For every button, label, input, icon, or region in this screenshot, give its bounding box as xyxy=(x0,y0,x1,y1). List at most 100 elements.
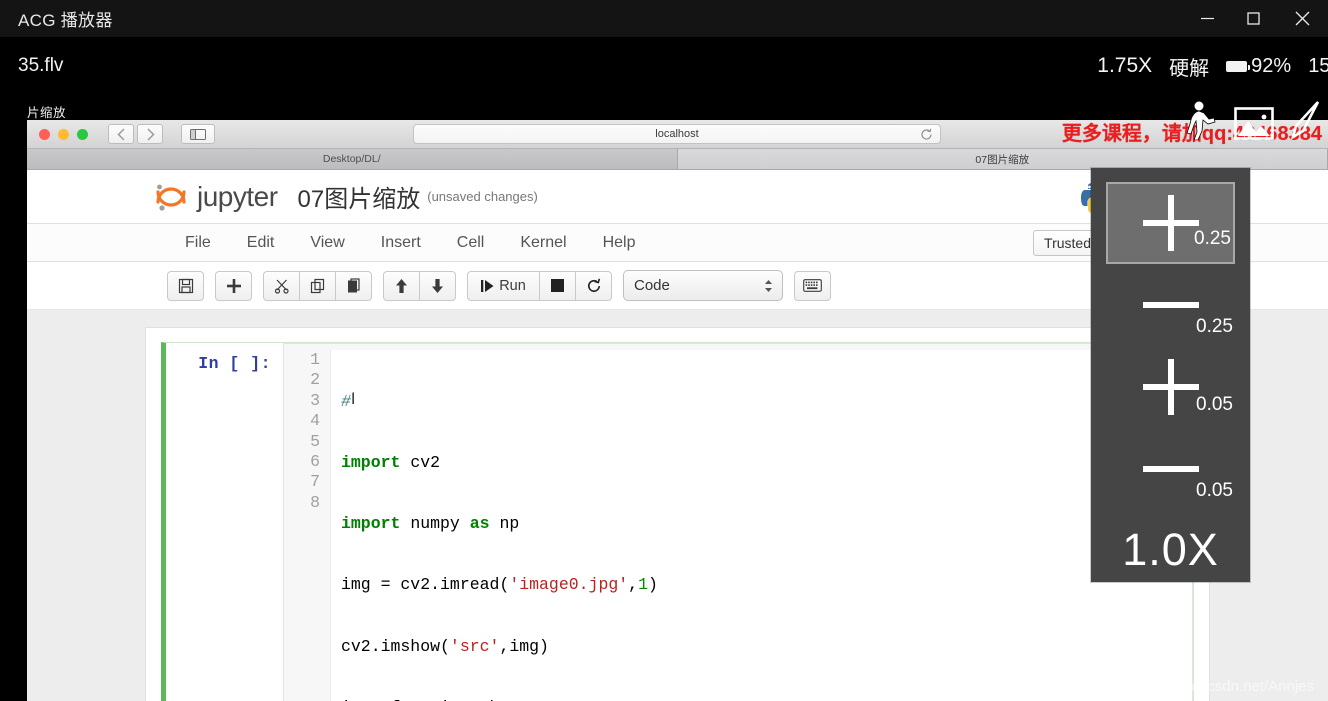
clock-label: 15: xyxy=(1308,54,1328,77)
speed-step-value: 0.05 xyxy=(1196,480,1233,501)
battery-percent: 92% xyxy=(1251,54,1292,77)
image-icon[interactable] xyxy=(1234,107,1274,145)
line-number: 2 xyxy=(310,370,320,390)
scissors-icon[interactable] xyxy=(263,270,300,301)
line-number: 7 xyxy=(310,472,320,492)
code-line: img = cv2.imread('image0.jpg',1) xyxy=(341,575,658,595)
minus-icon xyxy=(1142,466,1199,472)
sidebar-toggle-icon[interactable] xyxy=(181,124,215,144)
menu-view[interactable]: View xyxy=(292,224,362,261)
speed-increase-quarter-button[interactable]: 0.25 xyxy=(1106,182,1235,264)
speed-step-value: 0.05 xyxy=(1196,394,1233,415)
playback-speed-label[interactable]: 1.75X xyxy=(1097,54,1152,78)
code-line: cv2.imshow('src',img) xyxy=(341,636,549,656)
line-number: 6 xyxy=(310,452,320,472)
notebook-save-status: (unsaved changes) xyxy=(427,189,538,204)
player-infobar: 35.flv 1.75X 硬解 92% 15: xyxy=(0,37,1328,95)
restart-icon[interactable] xyxy=(575,270,612,301)
code-line: import cv2 xyxy=(341,453,441,473)
line-number: 1 xyxy=(310,350,320,369)
save-icon[interactable] xyxy=(167,270,204,301)
minimize-icon[interactable] xyxy=(1184,0,1230,37)
line-number: 8 xyxy=(310,492,320,512)
menu-cell[interactable]: Cell xyxy=(439,224,503,261)
close-traffic-light[interactable] xyxy=(39,128,50,140)
line-number: 3 xyxy=(310,390,320,410)
stop-icon[interactable] xyxy=(539,270,576,301)
window-controls xyxy=(1184,0,1328,37)
run-label: Run xyxy=(499,277,526,294)
maximize-icon[interactable] xyxy=(1230,0,1276,37)
navigation-buttons xyxy=(108,124,163,144)
browser-tab-0[interactable]: Desktop/DL/ xyxy=(27,149,678,169)
zoom-traffic-light[interactable] xyxy=(77,128,88,140)
menu-file[interactable]: File xyxy=(167,224,229,261)
menu-insert[interactable]: Insert xyxy=(363,224,439,261)
chevron-updown-icon xyxy=(764,279,773,293)
toolbar-group-clipboard xyxy=(263,270,372,301)
plus-icon xyxy=(1142,359,1199,415)
speed-decrease-small-button[interactable]: 0.05 xyxy=(1106,428,1235,510)
toolbar-group-run: Run xyxy=(467,270,612,301)
notebook-sheet: In [ ]: 1 2 3 4 5 6 7 8 #I import cv2 im… xyxy=(145,327,1210,701)
letterbox-left xyxy=(0,95,27,701)
close-icon[interactable] xyxy=(1276,0,1328,37)
browser-tab-1[interactable]: 07图片缩放 xyxy=(677,149,1328,169)
code-text[interactable]: #I import cv2 import numpy as np img = c… xyxy=(330,350,1192,701)
copy-icon[interactable] xyxy=(299,270,336,301)
person-icon[interactable] xyxy=(1184,100,1218,145)
paste-icon[interactable] xyxy=(335,270,372,301)
keyboard-icon[interactable] xyxy=(794,270,831,301)
jupyter-logo[interactable]: jupyter xyxy=(154,180,278,214)
plus-icon[interactable] xyxy=(215,270,252,301)
code-cell[interactable]: In [ ]: 1 2 3 4 5 6 7 8 #I import cv2 im… xyxy=(161,342,1194,701)
decode-mode-label[interactable]: 硬解 xyxy=(1169,52,1209,81)
jupyter-brand-text: jupyter xyxy=(197,180,278,212)
browser-tabbar: Desktop/DL/ 07图片缩放 xyxy=(27,149,1328,170)
annotation-tool-icons xyxy=(1184,100,1320,145)
code-line: #I xyxy=(341,390,1192,412)
speed-step-value: 0.25 xyxy=(1194,228,1231,249)
back-button[interactable] xyxy=(108,124,134,144)
media-file-name: 35.flv xyxy=(18,55,64,76)
minus-icon xyxy=(1142,302,1199,308)
current-speed-value: 1.0X xyxy=(1122,524,1219,575)
pen-icon[interactable] xyxy=(1290,100,1320,145)
toolbar-group-keyboard xyxy=(794,270,831,301)
cell-type-select[interactable]: Code xyxy=(623,270,783,301)
video-content-area: 图片缩放 localhost Desktop/DL/ 07图片缩放 jupyte… xyxy=(0,95,1328,701)
toolbar-group-save xyxy=(167,270,204,301)
app-title: ACG 播放器 xyxy=(18,11,113,30)
speed-increase-small-button[interactable]: 0.05 xyxy=(1106,346,1235,428)
reload-icon[interactable] xyxy=(920,128,933,141)
address-bar[interactable]: localhost xyxy=(413,124,941,144)
run-button[interactable]: Run xyxy=(467,270,540,301)
speed-decrease-quarter-button[interactable]: 0.25 xyxy=(1106,264,1235,346)
forward-button[interactable] xyxy=(137,124,163,144)
cell-prompt: In [ ]: xyxy=(198,354,271,373)
jupyter-logo-icon xyxy=(154,180,188,214)
line-number-gutter: 1 2 3 4 5 6 7 8 xyxy=(284,350,330,701)
arrow-up-icon[interactable] xyxy=(383,270,420,301)
notebook-name[interactable]: 07图片缩放 xyxy=(298,179,421,214)
line-number: 5 xyxy=(310,431,320,451)
menu-edit[interactable]: Edit xyxy=(229,224,293,261)
player-titlebar: ACG 播放器 xyxy=(0,0,1328,37)
url-text: localhost xyxy=(655,128,699,140)
cell-type-value: Code xyxy=(634,277,670,294)
speed-control-panel[interactable]: 0.25 0.25 0.05 0.05 1.0X xyxy=(1091,168,1250,582)
arrow-down-icon[interactable] xyxy=(419,270,456,301)
plus-icon xyxy=(1142,195,1199,251)
toolbar-group-insert xyxy=(215,270,252,301)
csdn-watermark: https://blog.csdn.net/Annjes xyxy=(1129,678,1314,695)
menu-help[interactable]: Help xyxy=(585,224,654,261)
menu-kernel[interactable]: Kernel xyxy=(502,224,584,261)
minimize-traffic-light[interactable] xyxy=(58,128,69,140)
toolbar-group-move xyxy=(383,270,456,301)
window-traffic-lights xyxy=(39,128,88,140)
player-status-group: 1.75X 硬解 92% 15: xyxy=(1097,52,1328,81)
speed-step-value: 0.25 xyxy=(1196,316,1233,337)
code-editor[interactable]: 1 2 3 4 5 6 7 8 #I import cv2 import num… xyxy=(283,343,1193,701)
line-number: 4 xyxy=(310,411,320,431)
screen-root: ACG 播放器 35.flv 1.75X 硬解 92% 15: 图 xyxy=(0,0,1328,701)
